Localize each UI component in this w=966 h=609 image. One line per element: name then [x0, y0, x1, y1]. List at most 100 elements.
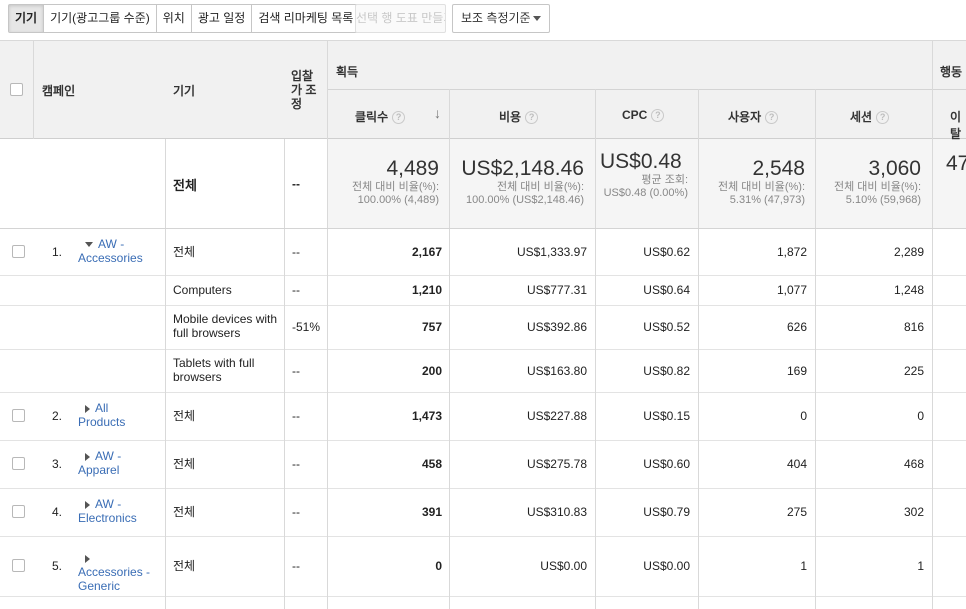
table-row: Mobile devices with full browsers -51% 757… [0, 305, 966, 350]
col-header-campaign[interactable]: 캠페인 [42, 82, 75, 99]
bid-adjust-cell[interactable]: -- [292, 245, 300, 259]
col-divider [165, 139, 166, 609]
cpc-cell: US$0.62 [643, 245, 690, 259]
totals-cpc-cell: US$0.48 평균 조회: US$0.48 (0.00%) [600, 150, 688, 200]
row-divider [0, 228, 966, 229]
clicks-cell: 1,473 [411, 409, 442, 423]
table-row: 2. All Products 전체 -- 1,473 US$227.88 US$0.15 0… [0, 392, 966, 441]
row-checkbox[interactable] [12, 559, 25, 572]
tab-ad-schedule[interactable]: 광고 일정 [191, 5, 253, 32]
cost-cell: US$1,333.97 [516, 245, 587, 259]
expand-arrow-icon[interactable] [85, 452, 90, 461]
help-icon[interactable]: ? [876, 111, 890, 125]
campaign-cell: AW - Electronics [78, 497, 158, 525]
device-cell: 전체 [173, 559, 196, 573]
select-all-checkbox[interactable] [10, 83, 23, 96]
col-header-cost[interactable]: 비용? [499, 108, 539, 125]
bid-adjust-cell[interactable]: -- [292, 559, 300, 573]
data-table: 캠페인 기기 입찰 가 조 정 획득 행동 클릭수? ↓ 비용? CPC? 사용… [0, 40, 966, 609]
table-row: Computers -- 1,210 US$777.31 US$0.64 1,077 1,2… [0, 275, 966, 306]
users-cell: 169 [786, 363, 807, 378]
bid-adjust-cell[interactable]: -- [292, 409, 300, 423]
cost-cell: US$310.83 [526, 505, 587, 519]
sort-descending-icon[interactable]: ↓ [434, 105, 441, 121]
secondary-dimension-dropdown[interactable]: 보조 측정기준 [452, 4, 550, 33]
totals-users-sub: 전체 대비 비율(%): 5.31% (47,973) [718, 181, 805, 206]
totals-sessions-sub: 전체 대비 비율(%): 5.10% (59,968) [834, 181, 921, 206]
create-chart-button: 선택 행 도표 만들기 [355, 4, 446, 33]
clicks-cell: 2,167 [411, 245, 442, 259]
tab-search-remarketing[interactable]: 검색 리마케팅 목록 [252, 5, 360, 32]
campaign-link[interactable]: Accessories - Generic [78, 565, 150, 593]
tab-device[interactable]: 기기 [9, 5, 45, 32]
device-cell: 전체 [173, 457, 196, 471]
cpc-cell: US$0.64 [643, 283, 690, 297]
users-cell: 1,077 [776, 283, 807, 297]
row-index: 4. [52, 505, 63, 519]
tab-device-adgroup[interactable]: 기기(광고그룹 수준) [44, 5, 157, 32]
expand-arrow-icon[interactable] [85, 500, 90, 509]
sessions-cell: 1 [917, 559, 924, 573]
col-header-clicks[interactable]: 클릭수? [355, 108, 406, 125]
sessions-cell: 2,289 [893, 245, 924, 259]
help-icon[interactable]: ? [392, 111, 406, 125]
device-cell: 전체 [173, 409, 196, 423]
device-cell: Computers [173, 283, 232, 297]
col-header-cpc[interactable]: CPC? [622, 108, 665, 123]
row-checkbox[interactable] [12, 245, 25, 258]
col-header-users[interactable]: 사용자? [728, 108, 779, 125]
bid-adjust-cell[interactable]: -- [292, 283, 300, 297]
expand-arrow-icon[interactable] [85, 554, 90, 563]
totals-sessions-cell: 3,060 전체 대비 비율(%): 5.10% (59,968) [818, 157, 921, 207]
sessions-label: 세션 [850, 110, 873, 124]
clicks-cell: 200 [421, 363, 442, 378]
tab-location[interactable]: 위치 [156, 5, 192, 32]
users-cell: 0 [800, 409, 807, 423]
bid-adjust-cell[interactable]: -51% [292, 320, 320, 334]
campaign-link[interactable]: AW - Accessories [78, 237, 143, 265]
campaign-cell: AW - Apparel [78, 449, 158, 477]
col-header-bid-adjust[interactable]: 입찰 가 조 정 [291, 69, 321, 111]
row-divider [0, 596, 966, 597]
table-header [0, 41, 966, 139]
help-icon[interactable]: ? [651, 109, 665, 123]
secondary-dimension-label: 보조 측정기준 [461, 11, 531, 25]
cpc-cell: US$0.60 [643, 457, 690, 471]
help-icon[interactable]: ? [765, 111, 779, 125]
cost-cell: US$0.00 [540, 559, 587, 573]
col-divider [698, 89, 699, 609]
bid-adjust-cell[interactable]: -- [292, 457, 300, 471]
col-header-device[interactable]: 기기 [173, 82, 195, 99]
totals-behavior: 47 [946, 152, 966, 175]
device-cell: Mobile devices with full browsers [173, 312, 278, 340]
row-checkbox[interactable] [12, 409, 25, 422]
totals-cost-sub: 전체 대비 비율(%): 100.00% (US$2,148.46) [465, 181, 584, 206]
bid-adjust-cell[interactable]: -- [292, 364, 300, 378]
collapse-arrow-icon[interactable] [85, 242, 93, 248]
clicks-cell: 391 [421, 505, 442, 519]
expand-arrow-icon[interactable] [85, 404, 90, 413]
group-header-behavior: 행동 [940, 65, 963, 79]
totals-users: 2,548 [752, 157, 805, 180]
bid-adjust-cell[interactable]: -- [292, 505, 300, 519]
users-label: 사용자 [728, 110, 762, 124]
header-divider [328, 89, 966, 90]
col-header-bounce[interactable]: 이탈 [950, 108, 966, 142]
col-divider [449, 89, 450, 609]
help-icon[interactable]: ? [525, 111, 539, 125]
row-checkbox[interactable] [12, 505, 25, 518]
cost-cell: US$275.78 [526, 457, 587, 471]
device-cell: Tablets with full browsers [173, 355, 255, 384]
table-row: 1. AW - Accessories 전체 -- 2,167 US$1,333.97 US… [0, 229, 966, 276]
report-toolbar: 기기 기기(광고그룹 수준) 위치 광고 일정 검색 리마케팅 목록 선택 행 … [0, 0, 966, 40]
table-row: 5. Accessories - Generic 전체 -- 0 US$0.00 US$0.… [0, 536, 966, 597]
table-row: Tablets with full browsers -- 200 US$163.80… [0, 349, 966, 393]
col-header-sessions[interactable]: 세션? [850, 108, 890, 125]
sessions-cell: 0 [917, 409, 924, 423]
row-checkbox[interactable] [12, 457, 25, 470]
row-index: 2. [52, 409, 63, 423]
totals-clicks-cell: 4,489 전체 대비 비율(%): 100.00% (4,489) [332, 157, 439, 207]
totals-cost: US$2,148.46 [461, 157, 584, 180]
clicks-cell: 757 [421, 320, 442, 334]
totals-users-cell: 2,548 전체 대비 비율(%): 5.31% (47,973) [703, 157, 805, 207]
